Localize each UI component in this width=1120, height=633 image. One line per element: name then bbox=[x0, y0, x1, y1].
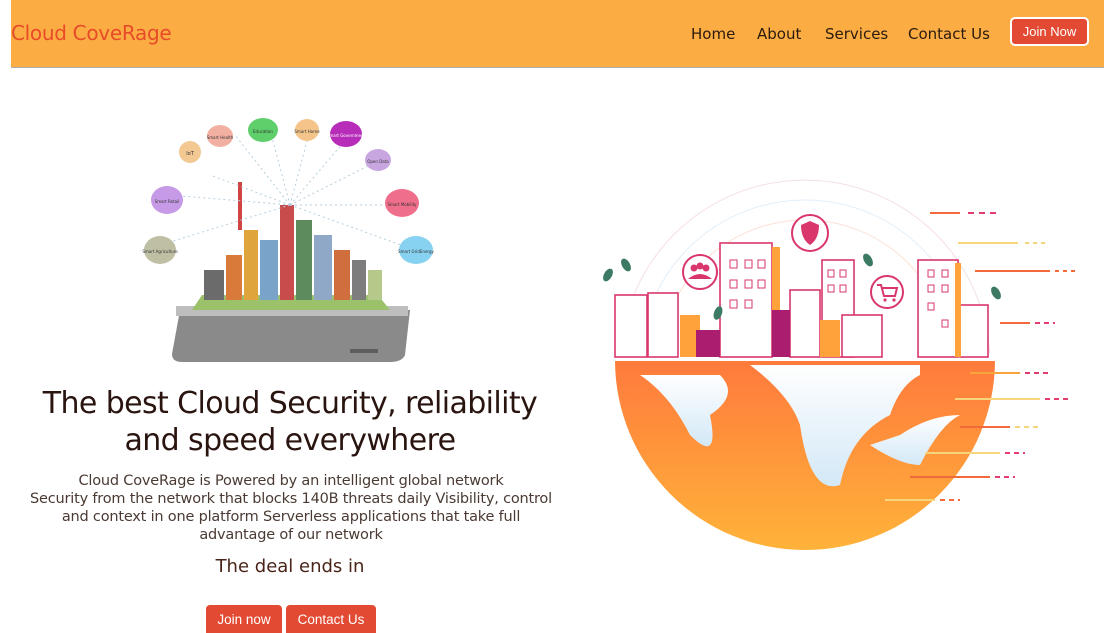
nav-home[interactable]: Home bbox=[691, 25, 735, 43]
nav-services[interactable]: Services bbox=[825, 25, 888, 43]
brand-logo-text[interactable]: Cloud CoveRage bbox=[11, 21, 172, 45]
hero-title-line-1: The best Cloud Security, reliability bbox=[42, 386, 538, 421]
svg-text:Smart Government: Smart Government bbox=[327, 133, 366, 138]
svg-text:Smart Health: Smart Health bbox=[207, 135, 234, 140]
deal-countdown-label: The deal ends in bbox=[215, 556, 365, 577]
svg-text:Open Data: Open Data bbox=[367, 159, 389, 164]
navbar: Cloud CoveRage Home About Services Conta… bbox=[11, 0, 1104, 68]
bubble-smart-mobility-icon: Smart Mobility bbox=[385, 189, 419, 217]
nav-about[interactable]: About bbox=[757, 25, 801, 43]
nav-contact-us[interactable]: Contact Us bbox=[908, 25, 990, 43]
svg-text:Smart Agriculture: Smart Agriculture bbox=[142, 249, 178, 254]
join-now-button[interactable]: Join Now bbox=[1010, 17, 1089, 46]
shield-icon bbox=[791, 214, 829, 252]
svg-text:Education: Education bbox=[253, 129, 273, 134]
hero-text-line-3: and context in one platform Serverless a… bbox=[61, 509, 521, 525]
globe-city-illustration bbox=[603, 179, 1075, 550]
hero-text-line-1: Cloud CoveRage is Powered by an intellig… bbox=[78, 473, 504, 489]
hero-title: The best Cloud Security, reliability and… bbox=[30, 385, 550, 459]
hero-text-line-4: advantage of our network bbox=[199, 527, 383, 543]
bubble-open-data-icon: Open Data bbox=[365, 149, 391, 171]
shopping-cart-icon bbox=[870, 275, 904, 309]
svg-text:IoT: IoT bbox=[186, 151, 195, 157]
hero-title-line-2: and speed everywhere bbox=[124, 423, 456, 458]
hero-description: Cloud CoveRage is Powered by an intellig… bbox=[26, 472, 556, 544]
bubble-smart-home-icon: Smart Home bbox=[294, 119, 320, 141]
svg-text:Smart GridEnergy: Smart GridEnergy bbox=[398, 249, 434, 254]
bubble-smart-health-icon: Smart Health bbox=[207, 125, 234, 147]
smart-city-illustration: IoT Smart Health Education Smart Home Sm… bbox=[142, 118, 435, 362]
svg-text:Smart Home: Smart Home bbox=[294, 129, 320, 134]
bubble-education-icon: Education bbox=[248, 118, 278, 142]
bubble-smart-agriculture-icon: Smart Agriculture bbox=[142, 236, 178, 264]
bubble-smart-retail-icon: Smart Retail bbox=[151, 186, 183, 214]
bubble-smart-government-icon: Smart Government bbox=[327, 121, 366, 147]
bubble-iot-icon: IoT bbox=[179, 141, 201, 163]
bubble-smart-grid-energy-icon: Smart GridEnergy bbox=[398, 236, 435, 264]
users-group-icon bbox=[682, 254, 718, 290]
svg-text:Smart Retail: Smart Retail bbox=[155, 199, 180, 204]
svg-text:Smart Mobility: Smart Mobility bbox=[387, 202, 417, 207]
hero-text-line-2: Security from the network that blocks 14… bbox=[30, 491, 552, 507]
